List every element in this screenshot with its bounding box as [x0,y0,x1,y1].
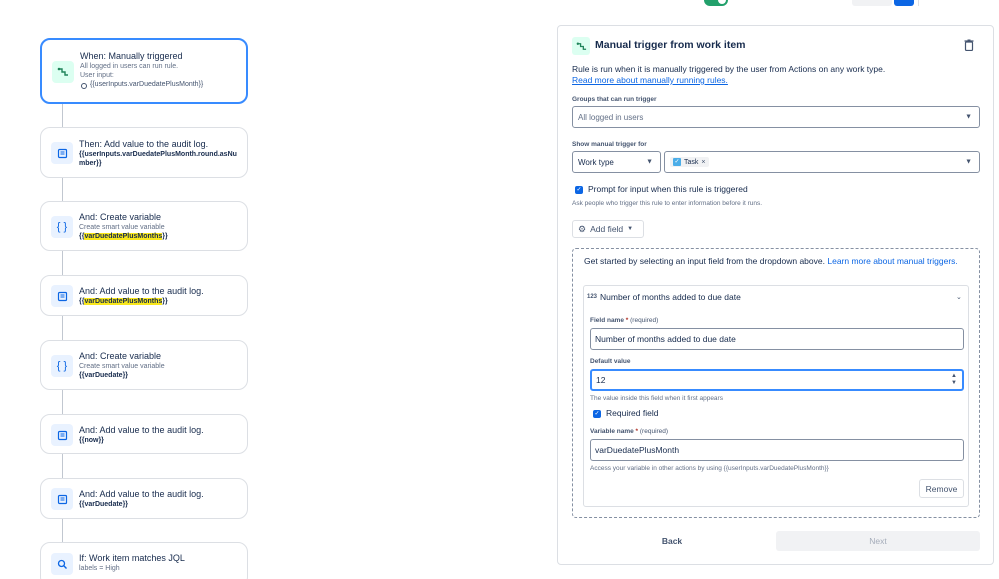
gear-icon: ⚙ [578,223,587,234]
card-title: If: Work item matches JQL [79,553,185,563]
variable-name-input[interactable]: varDuedatePlusMonth [590,439,964,461]
flow-card-create-variable[interactable]: { } And: Create variable Create smart va… [40,201,248,251]
required-field-label: Required field [606,408,659,418]
remove-button[interactable]: Remove [919,479,964,498]
flow-card-audit-log[interactable]: And: Add value to the audit log. {{varDu… [40,478,248,519]
read-more-link[interactable]: Read more about manually running rules. [572,75,728,85]
top-toolbar [700,0,999,6]
trigger-config-panel: Manual trigger from work item Rule is ru… [557,25,994,565]
field-name-label: Field name * (required) [590,317,659,324]
work-type-select[interactable]: Work type ▼ [572,151,661,173]
chevron-down-icon: ▼ [965,113,972,121]
chevron-down-icon[interactable]: ⌄ [956,293,962,301]
variable-icon: { } [51,216,73,238]
highlighted-variable: varDuedatePlusMonths [84,233,163,240]
default-value-note: The value inside this field when it firs… [590,395,723,402]
panel-title: Manual trigger from work item [595,39,746,51]
task-chip-label: Task [684,158,699,166]
variable-note: Access your variable in other actions by… [590,465,829,472]
number-type-icon: 123 [587,294,598,300]
highlighted-variable: varDuedatePlusMonths [84,298,163,305]
toolbar-secondary-button[interactable] [852,0,892,6]
panel-description: Rule is run when it is manually triggere… [572,64,886,74]
flow-card-create-variable[interactable]: { } And: Create variable Create smart va… [40,340,248,390]
flow-card-audit-log[interactable]: And: Add value to the audit log. {{varDu… [40,275,248,316]
card-title: Then: Add value to the audit log. [79,139,209,149]
groups-label: Groups that can run trigger [572,96,657,103]
prompt-note: Ask people who trigger this rule to ente… [572,200,763,207]
default-value-label: Default value [590,358,631,365]
flow-card-trigger[interactable]: When: Manually triggered All logged in u… [40,38,248,104]
card-code: {{userInputs.varDuedatePlusMonth.round.a… [79,151,237,167]
audit-log-icon [51,424,73,446]
audit-log-icon [51,285,73,307]
task-chip: ✓ Task × [670,157,709,167]
field-name-input[interactable]: Number of months added to due date [590,328,964,350]
variable-icon: { } [51,355,73,377]
card-user-input-item: {{userInputs.varDuedatePlusMonth}} [80,80,240,90]
default-value-input[interactable]: 12 ▲ ▼ [590,369,964,391]
field-header[interactable]: Number of months added to due date [600,292,741,302]
add-field-label: Add field [590,224,624,234]
close-icon[interactable]: × [701,159,705,166]
toolbar-primary-button[interactable] [894,0,914,6]
card-code: {{varDuedatePlusMonths}} [79,298,168,305]
card-title: And: Create variable [79,351,162,361]
chevron-down-icon: ▼ [965,158,972,166]
card-user-input-label: User input: [80,72,114,79]
trigger-icon [52,61,74,83]
card-subtitle: Create smart value variable [79,224,165,231]
card-subtitle: Create smart value variable [79,363,165,370]
card-title: And: Create variable [79,212,162,222]
stepper-icon[interactable]: ▲ ▼ [951,373,957,387]
variable-name-label: Variable name * (required) [590,428,669,435]
input-fields-area: Get started by selecting an input field … [572,248,980,518]
card-subtitle: labels = High [79,565,120,572]
task-icon: ✓ [673,158,681,166]
work-type-select-value: Work type [578,157,614,167]
card-subtitle: All logged in users can run rule. [80,63,179,70]
get-started-text: Get started by selecting an input field … [584,256,958,266]
flow-card-audit-log[interactable]: Then: Add value to the audit log. {{user… [40,127,248,178]
trash-icon[interactable] [964,39,976,53]
input-field-config: 123 Number of months added to due date ⌄… [583,285,969,507]
prompt-checkbox-label: Prompt for input when this rule is trigg… [588,184,748,194]
card-title: And: Add value to the audit log. [79,286,204,296]
card-title: And: Add value to the audit log. [79,425,204,435]
audit-log-icon [51,142,73,164]
back-button[interactable]: Back [572,531,772,551]
card-code: {{varDuedate}} [79,501,129,508]
learn-more-link[interactable]: Learn more about manual triggers. [827,256,957,266]
card-code: {{now}} [79,437,104,444]
card-code: {{varDuedatePlusMonths}} [79,233,168,240]
prompt-checkbox[interactable]: ✓ [575,186,583,194]
groups-select[interactable]: All logged in users ▼ [572,106,980,128]
flow-card-condition[interactable]: If: Work item matches JQL labels = High [40,542,248,579]
chevron-down-icon: ▼ [627,226,634,232]
work-type-multiselect[interactable]: ✓ Task × ▼ [664,151,980,173]
card-code: {{varDuedate}} [79,372,129,379]
toolbar-divider [918,0,919,6]
add-field-button[interactable]: ⚙ Add field ▼ [572,220,644,238]
audit-log-icon [51,488,73,510]
flow-card-audit-log[interactable]: And: Add value to the audit log. {{now}} [40,414,248,454]
required-field-checkbox[interactable]: ✓ [593,410,601,418]
card-title: When: Manually triggered [80,51,183,61]
chevron-down-icon: ▼ [646,158,653,166]
card-title: And: Add value to the audit log. [79,489,204,499]
rule-enabled-toggle[interactable] [704,0,728,6]
show-trigger-label: Show manual trigger for [572,141,647,148]
groups-select-value: All logged in users [578,112,644,122]
trigger-icon [572,37,590,55]
next-button[interactable]: Next [776,531,980,551]
search-icon [51,553,73,575]
